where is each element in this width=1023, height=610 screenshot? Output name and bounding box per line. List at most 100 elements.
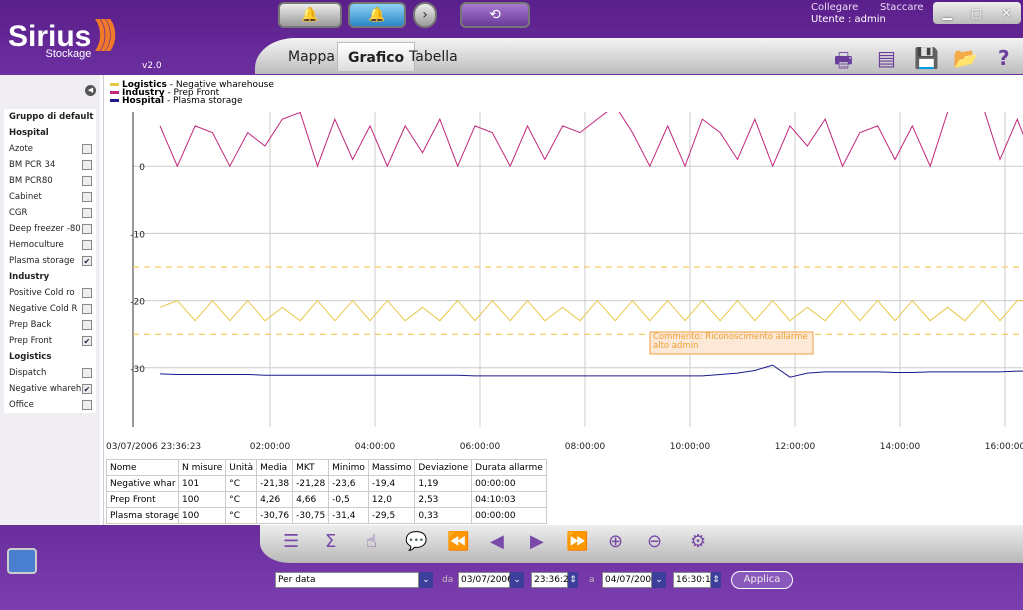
apply-button[interactable]: Applica — [731, 571, 793, 589]
checkbox[interactable] — [82, 160, 92, 170]
column-header: Media — [256, 459, 294, 476]
sidebar-item[interactable]: CGR — [4, 205, 96, 221]
sigma-icon[interactable]: Σ — [325, 531, 336, 552]
zoom-in-icon[interactable]: ⊕ — [608, 531, 623, 552]
save-icon[interactable]: 💾 — [914, 46, 939, 70]
chevron-down-icon[interactable]: ⌄ — [419, 572, 433, 588]
tab-tabella[interactable]: Tabella — [399, 42, 468, 72]
group-header: Gruppo di default — [4, 109, 96, 125]
column-header: Unità — [225, 459, 258, 476]
from-time-input[interactable]: 23:36:23 — [531, 572, 574, 588]
settings-icon[interactable]: ⚙ — [690, 531, 706, 552]
print-icon[interactable]: 🖶 — [834, 46, 853, 80]
checkbox[interactable] — [82, 176, 92, 186]
table-cell: Negative whar — [106, 475, 179, 492]
x-tick-label: 08:00:00 — [565, 442, 606, 452]
checkbox[interactable] — [82, 208, 92, 218]
table-row[interactable]: Prep Front 100 °C 4,26 4,66 -0,5 12,0 2,53 04:10… — [106, 491, 547, 508]
sidebar-item[interactable]: Deep freezer -80 — [4, 221, 96, 237]
play-icon[interactable]: ▶ — [530, 531, 544, 552]
help-icon[interactable]: ? — [998, 46, 1010, 70]
to-time-spinner[interactable]: ⇕ — [711, 572, 721, 588]
checkbox[interactable] — [82, 368, 92, 378]
checkbox[interactable] — [82, 192, 92, 202]
x-tick-label: 02:00:00 — [250, 442, 291, 452]
alarm-bell-button[interactable]: 🔔 — [278, 2, 342, 28]
y-tick-label: 0 — [139, 163, 145, 173]
x-tick-label: 12:00:00 — [775, 442, 816, 452]
column-header: Minimo — [328, 459, 369, 476]
x-tick-label: 14:00:00 — [880, 442, 921, 452]
minimize-icon[interactable]: ▁ — [943, 6, 952, 20]
monitor-icon[interactable] — [7, 548, 37, 574]
table-cell: Prep Front — [106, 491, 179, 508]
sidebar-item[interactable]: BM PCR 34 — [4, 157, 96, 173]
rewind-icon[interactable]: ⏪ — [447, 531, 469, 552]
sidebar-item[interactable]: Hemoculture — [4, 237, 96, 253]
divider — [103, 75, 104, 525]
connect-link[interactable]: Collegare — [811, 2, 858, 13]
checkbox[interactable] — [82, 288, 92, 298]
checkbox[interactable]: ✔ — [82, 336, 92, 346]
table-cell: 100 — [177, 491, 227, 508]
checkbox[interactable]: ✔ — [82, 256, 92, 266]
previous-icon[interactable]: ◀ — [490, 531, 504, 552]
sidebar-item[interactable]: Plasma storage ✔ — [4, 253, 96, 269]
sidebar-item[interactable]: Negative Cold R — [4, 301, 96, 317]
table-row[interactable]: Negative whar 101 °C -21,38 -21,28 -23,6 -19,4… — [106, 475, 547, 492]
from-date-input[interactable]: 03/07/2006 — [458, 572, 513, 588]
sidebar-item[interactable]: Dispatch — [4, 365, 96, 381]
sidebar-item[interactable]: BM PCR80 — [4, 173, 96, 189]
plot-area — [105, 112, 1023, 457]
checkbox[interactable] — [82, 320, 92, 330]
table-cell: Plasma storage — [106, 507, 179, 524]
x-tick-label: 06:00:00 — [460, 442, 501, 452]
checkbox[interactable] — [82, 144, 92, 154]
sidebar-item[interactable]: Office — [4, 397, 96, 413]
annotation-text: Commento: Riconoscimento allarme alto ad… — [653, 332, 808, 351]
column-header: Nome — [106, 459, 179, 476]
checkbox[interactable]: ✔ — [82, 384, 92, 394]
sidebar-item[interactable]: Cabinet — [4, 189, 96, 205]
column-header: MKT — [292, 459, 330, 476]
sidebar-item[interactable]: Prep Back — [4, 317, 96, 333]
zoom-out-icon[interactable]: ⊖ — [647, 531, 662, 552]
x-start-label: 03/07/2006 23:36:23 — [106, 442, 201, 452]
next-icon[interactable]: › — [413, 2, 437, 28]
table-cell: -30,76 — [256, 507, 294, 524]
sidebar-item[interactable]: Negative whareh ✔ — [4, 381, 96, 397]
table-cell: -31,4 — [328, 507, 369, 524]
sidebar-item[interactable]: Azote — [4, 141, 96, 157]
alarm-active-button[interactable]: 🔔 — [348, 2, 406, 28]
from-time-spinner[interactable]: ⇕ — [568, 572, 578, 588]
table-cell: 2,53 — [414, 491, 473, 508]
sidebar-item[interactable]: Prep Front ✔ — [4, 333, 96, 349]
checkbox[interactable] — [82, 304, 92, 314]
document-icon[interactable]: ▤ — [877, 46, 896, 70]
table-cell: 04:10:03 — [471, 491, 547, 508]
checkbox[interactable] — [82, 400, 92, 410]
to-date-input[interactable]: 04/07/2006 — [602, 572, 657, 588]
to-time-input[interactable]: 16:30:18 — [673, 572, 716, 588]
checkbox[interactable] — [82, 224, 92, 234]
maximize-icon[interactable]: □ — [971, 6, 982, 20]
window-controls: ▁ □ ✕ — [933, 2, 1021, 24]
mode-select[interactable]: Per data — [275, 572, 419, 588]
list-icon[interactable]: ☰ — [283, 531, 299, 552]
disconnect-link[interactable]: Staccare — [880, 2, 924, 13]
checkbox[interactable] — [82, 240, 92, 250]
fast-forward-icon[interactable]: ⏩ — [566, 531, 588, 552]
sidebar-item[interactable]: Positive Cold ro — [4, 285, 96, 301]
close-icon[interactable]: ✕ — [1001, 6, 1011, 20]
table-header: Nome N misure Unità Media MKT Minimo Massimo De… — [106, 459, 547, 476]
from-date-dropdown[interactable]: ⌄ — [510, 572, 524, 588]
tab-mappa[interactable]: Mappa — [278, 42, 345, 72]
refresh-cycle-button[interactable]: ⟲ — [460, 2, 530, 28]
comment-icon[interactable]: 💬 — [405, 531, 427, 552]
collapse-icon[interactable]: ◀ — [85, 85, 96, 96]
column-header: N misure — [177, 459, 227, 476]
table-row[interactable]: Plasma storage 100 °C -30,76 -30,75 -31,4 -29,… — [106, 507, 547, 524]
to-date-dropdown[interactable]: ⌄ — [652, 572, 666, 588]
hand-pointer-icon[interactable]: ☝ — [366, 531, 377, 552]
open-folder-icon[interactable]: 📂 — [953, 46, 978, 70]
